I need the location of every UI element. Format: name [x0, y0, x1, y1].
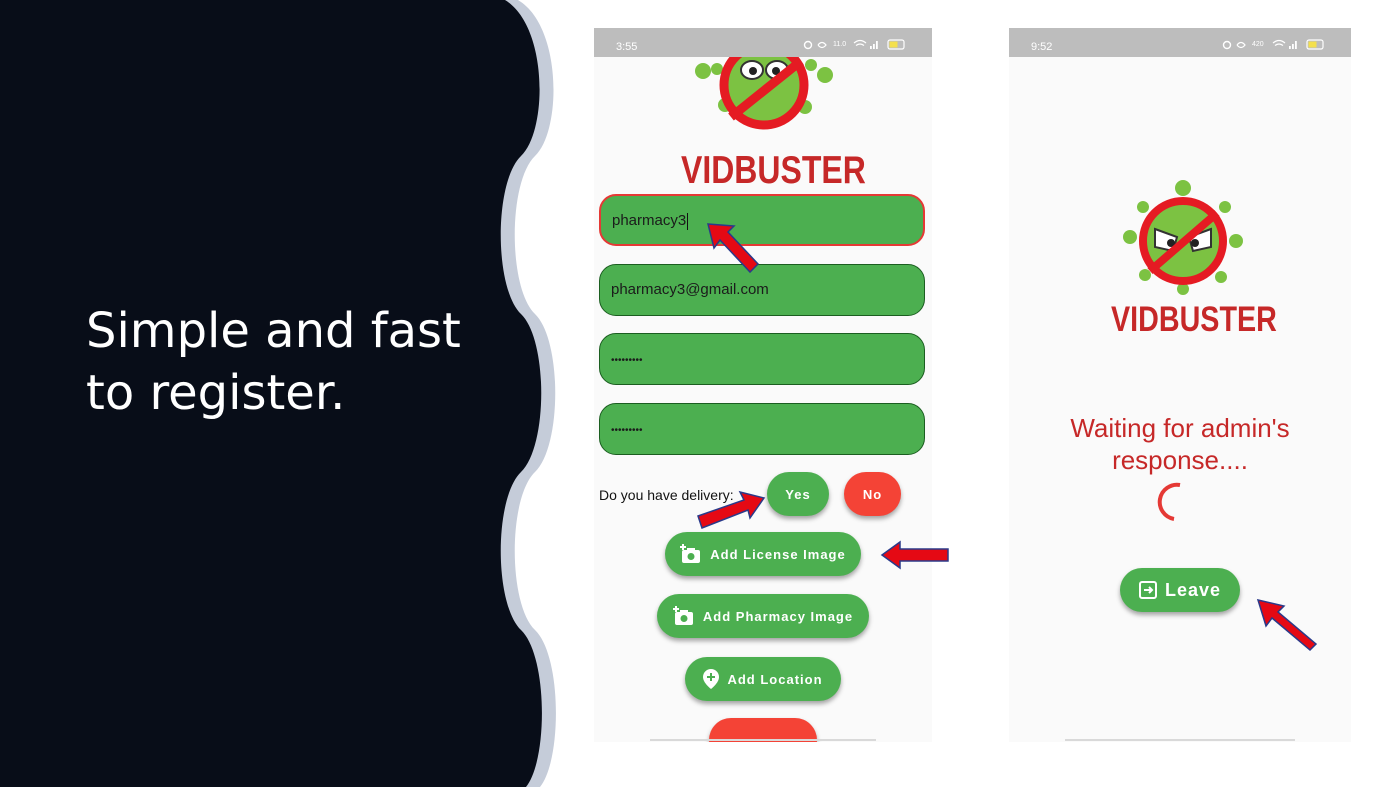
svg-text:11.0: 11.0	[833, 41, 846, 48]
svg-text:420: 420	[1252, 41, 1264, 48]
arrow-to-yes-button	[697, 490, 766, 529]
add-a-photo-icon	[672, 606, 693, 625]
brand-wordmark: VIDBUSTER	[681, 149, 866, 192]
no-label: No	[862, 486, 883, 502]
arrow-to-license-button	[880, 540, 949, 570]
status-bar: 9:52 420	[1009, 28, 1351, 57]
add-location-icon	[703, 669, 720, 689]
arrow-to-name-field	[707, 223, 760, 274]
arrow-to-leave-button	[1256, 598, 1318, 652]
license-button-label: Add License Image	[710, 546, 846, 562]
leave-label: Leave	[1164, 579, 1222, 600]
delivery-no-button[interactable]: No	[844, 472, 901, 516]
virus-logo	[1123, 180, 1243, 295]
waiting-line-1: Waiting for admin's	[1070, 413, 1290, 443]
password-field[interactable]: •••••••••	[599, 333, 925, 385]
status-time: 3:55	[616, 41, 638, 53]
leave-button[interactable]: Leave	[1120, 568, 1240, 612]
delivery-yes-button[interactable]: Yes	[767, 472, 829, 516]
gesture-bar	[650, 739, 876, 741]
gesture-bar	[1065, 739, 1295, 741]
pharmacy-button-label: Add Pharmacy Image	[702, 608, 854, 624]
text-cursor	[687, 212, 689, 230]
brand-wordmark: VIDBUSTER	[1111, 300, 1277, 339]
slide-headline: Simple and fast to register.	[86, 300, 506, 424]
waiting-line-2: response....	[1112, 445, 1248, 475]
exit-icon	[1138, 581, 1157, 599]
yes-label: Yes	[785, 486, 811, 502]
waiting-message: Waiting for admin's response....	[1009, 412, 1351, 476]
status-icons: 11.0	[803, 39, 905, 50]
pharmacy-name-value: pharmacy3	[612, 212, 687, 229]
add-location-button[interactable]: Add Location	[685, 657, 841, 701]
loading-spinner	[1157, 482, 1181, 521]
virus-logo	[695, 57, 833, 130]
email-value: pharmacy3@gmail.com	[611, 281, 769, 298]
status-icons: 420	[1222, 39, 1324, 50]
add-pharmacy-image-button[interactable]: Add Pharmacy Image	[657, 594, 869, 638]
status-bar: 3:55 11.0	[594, 28, 932, 57]
headline-line-1: Simple and fast	[86, 303, 461, 359]
register-screen: 3:55 11.0 VIDBUSTER pharmacy3 pharmacy3@…	[594, 28, 932, 742]
add-a-photo-icon	[680, 544, 701, 563]
confirm-password-field[interactable]: •••••••••	[599, 403, 925, 455]
location-button-label: Add Location	[727, 671, 823, 687]
status-time: 9:52	[1031, 41, 1053, 53]
headline-line-2: to register.	[86, 365, 346, 421]
add-license-image-button[interactable]: Add License Image	[665, 532, 861, 576]
confirm-password-mask: •••••••••	[611, 425, 643, 436]
password-mask: •••••••••	[611, 355, 643, 366]
